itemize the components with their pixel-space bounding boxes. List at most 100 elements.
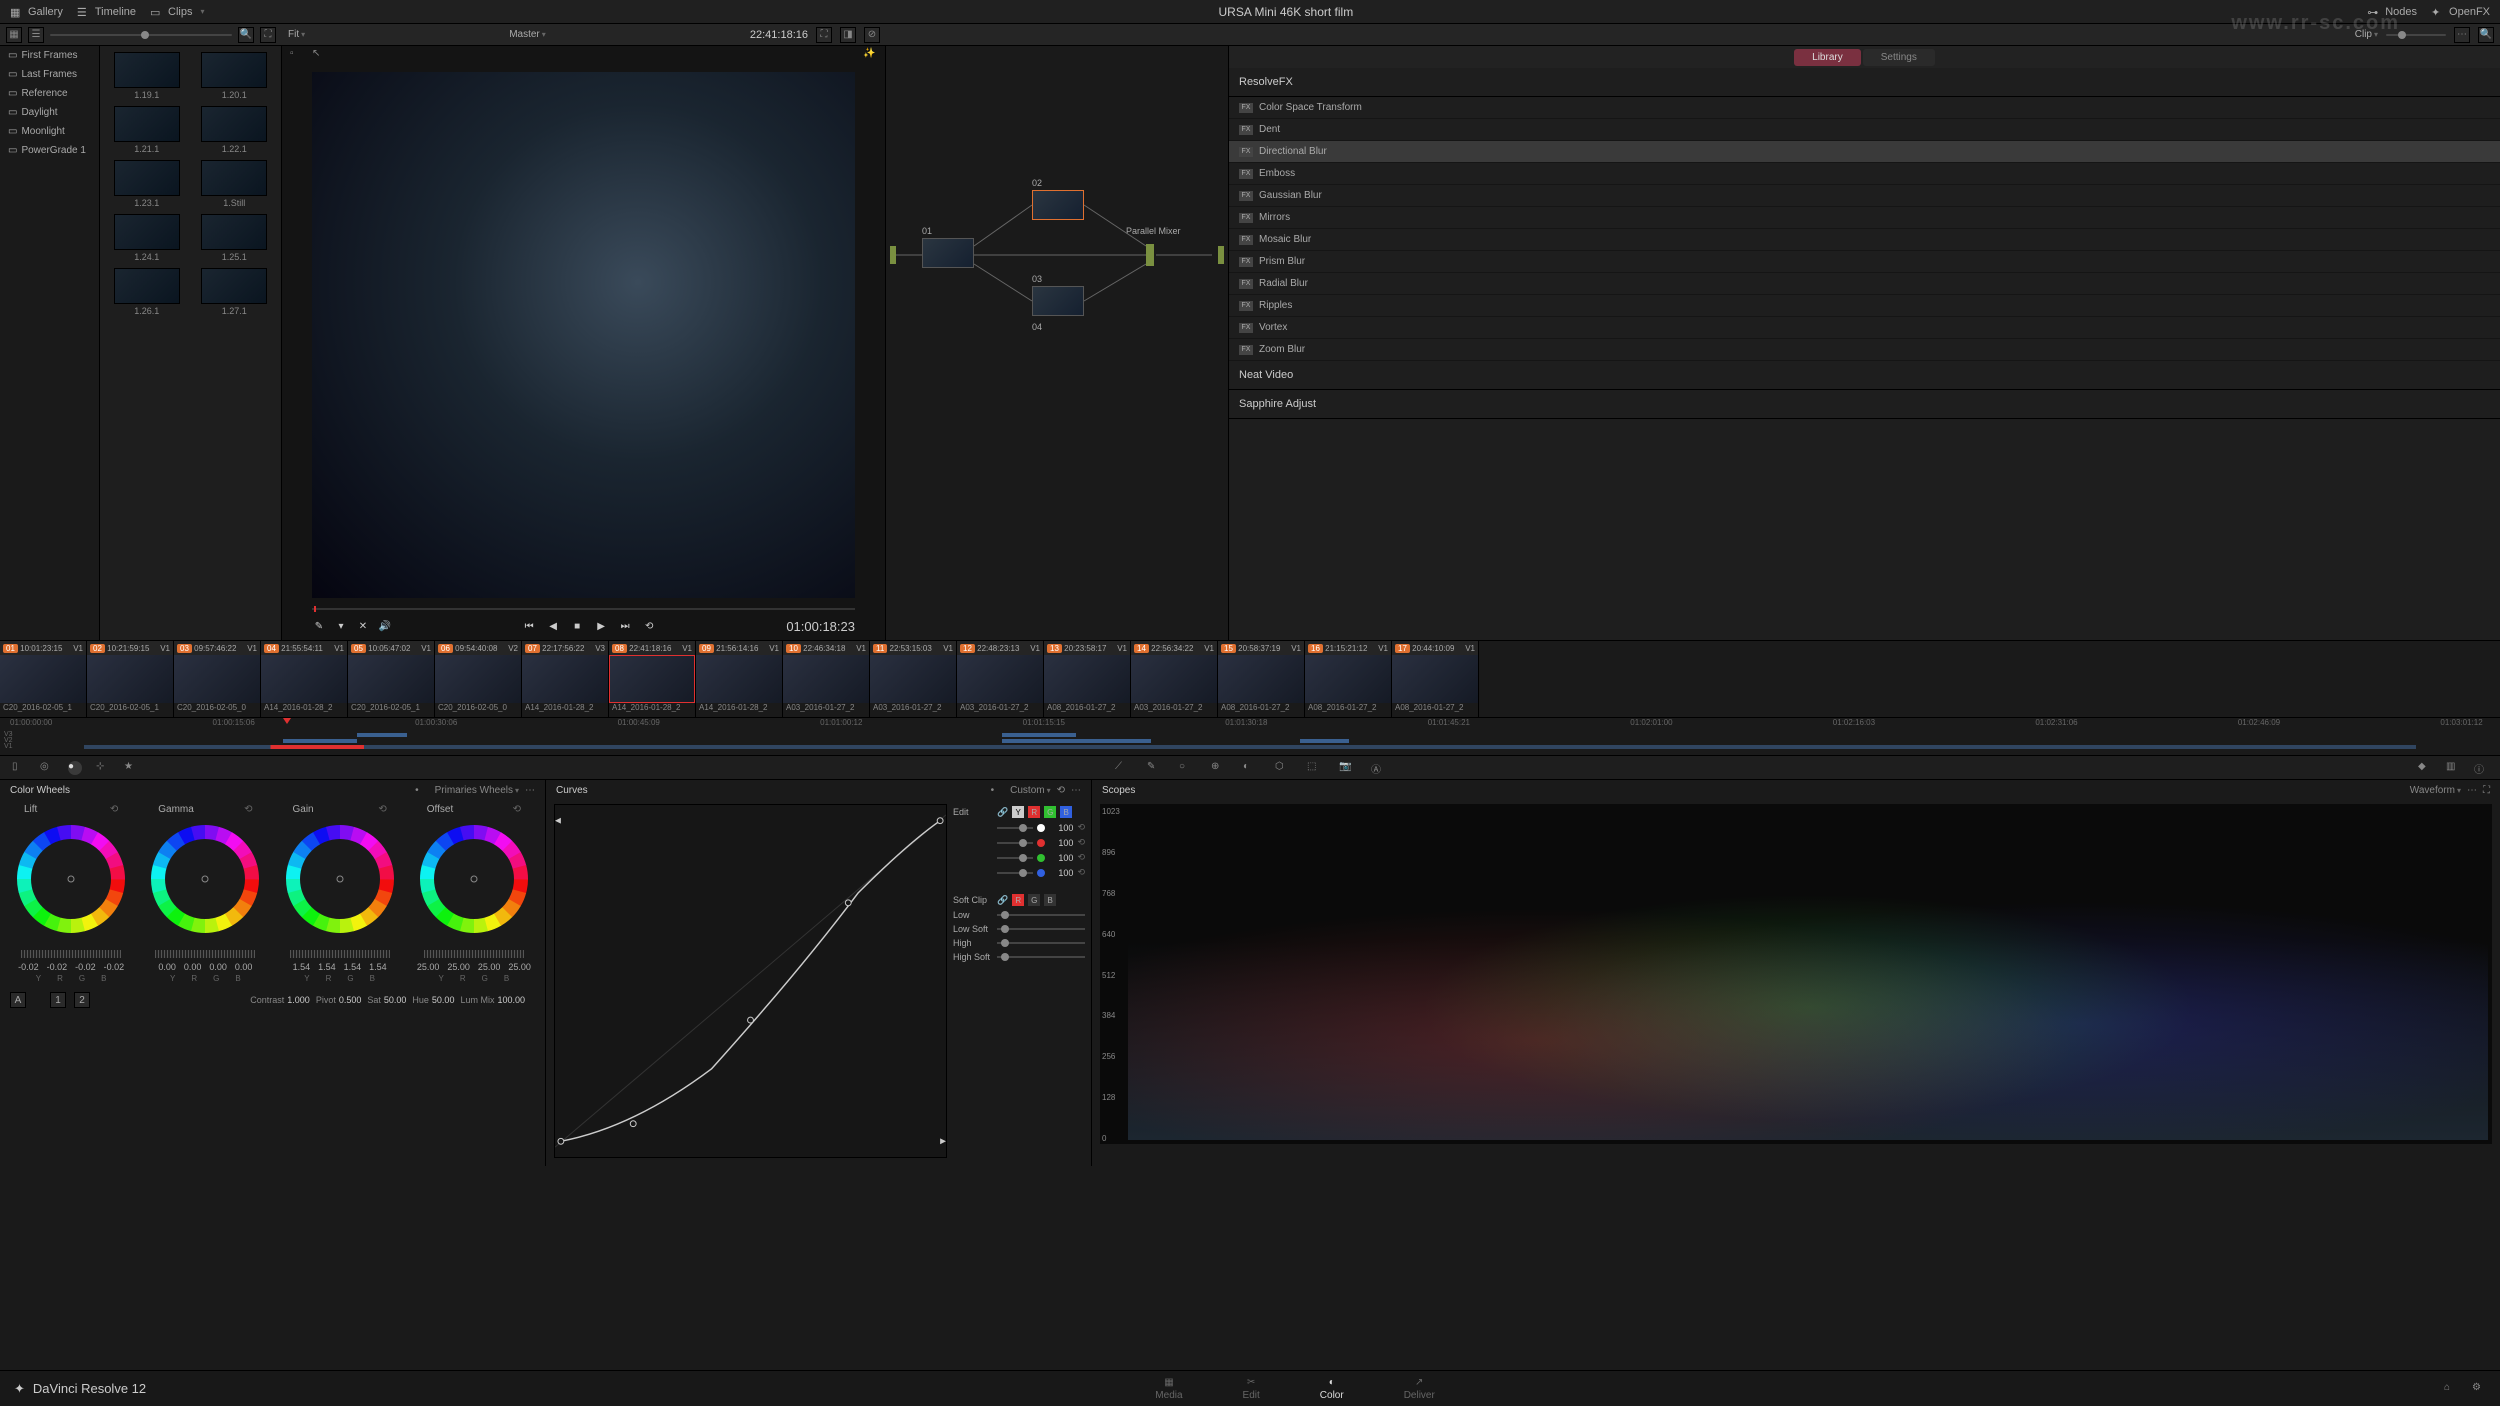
- album-first-frames[interactable]: ▭First Frames: [0, 46, 99, 65]
- fullscreen-icon[interactable]: ⛶: [816, 27, 832, 43]
- clip-thumb-14[interactable]: 14 22:56:34:22V1A03_2016-01-27_2: [1131, 641, 1218, 717]
- fx-dent[interactable]: FXDent: [1229, 119, 2500, 141]
- viewer-image[interactable]: [312, 72, 855, 598]
- settings-icon[interactable]: ⚙: [2472, 1382, 2486, 1396]
- home-icon[interactable]: ⌂: [2444, 1382, 2458, 1396]
- picker-icon[interactable]: ✎: [312, 619, 326, 633]
- chan-y[interactable]: Y: [1012, 806, 1024, 818]
- master-wheel[interactable]: [155, 950, 255, 958]
- gallery-view-list[interactable]: ☰: [28, 27, 44, 43]
- softclip-slider[interactable]: [997, 928, 1085, 930]
- key-tool-icon[interactable]: ⬡: [1275, 761, 1289, 775]
- picker-chev-icon[interactable]: ▾: [334, 619, 348, 633]
- cursor-icon[interactable]: ↖: [312, 48, 326, 62]
- adj-pivot[interactable]: Pivot 0.500: [316, 995, 362, 1005]
- fx-ripples[interactable]: FXRipples: [1229, 295, 2500, 317]
- viewer-timecode[interactable]: 22:41:18:16: [750, 29, 808, 41]
- adj-lum-mix[interactable]: Lum Mix 100.00: [460, 995, 525, 1005]
- fx-radial-blur[interactable]: FXRadial Blur: [1229, 273, 2500, 295]
- clip-thumb-09[interactable]: 09 21:56:14:16V1A14_2016-01-28_2: [696, 641, 783, 717]
- soft-g[interactable]: G: [1028, 894, 1040, 906]
- qualifier-icon[interactable]: ▫: [290, 48, 304, 62]
- nodes-toggle[interactable]: ⊶Nodes: [2367, 6, 2417, 18]
- next-clip-button[interactable]: ⏭: [618, 619, 632, 633]
- fx-mosaic-blur[interactable]: FXMosaic Blur: [1229, 229, 2500, 251]
- soft-b[interactable]: B: [1044, 894, 1056, 906]
- curve-editor[interactable]: [554, 804, 947, 1158]
- reset-icon[interactable]: ⟲: [1077, 867, 1085, 878]
- track-v3[interactable]: V3: [10, 733, 2490, 738]
- reset-icon[interactable]: ⟲: [1077, 852, 1085, 863]
- fx-search-icon[interactable]: 🔍: [2478, 27, 2494, 43]
- page-color[interactable]: ◐Color: [1320, 1377, 1344, 1401]
- still-thumb[interactable]: 1.20.1: [194, 52, 276, 100]
- wheel-values[interactable]: 0.000.000.000.00: [138, 962, 272, 972]
- still-thumb[interactable]: 1.21.1: [106, 106, 188, 154]
- mute-icon[interactable]: 🔊: [378, 619, 392, 633]
- intensity-value[interactable]: 100: [1049, 868, 1073, 878]
- motion-effects-icon[interactable]: ★: [124, 761, 138, 775]
- sizing-tool-icon[interactable]: ⬚: [1307, 761, 1321, 775]
- still-thumb[interactable]: 1.27.1: [194, 268, 276, 316]
- intensity-value[interactable]: 100: [1049, 823, 1073, 833]
- still-thumb[interactable]: 1.25.1: [194, 214, 276, 262]
- page-media[interactable]: ▦Media: [1155, 1377, 1182, 1401]
- wheel-values[interactable]: -0.02-0.02-0.02-0.02: [4, 962, 138, 972]
- still-thumb[interactable]: 1.19.1: [106, 52, 188, 100]
- fx-group-sapphire[interactable]: Sapphire Adjust: [1229, 390, 2500, 419]
- prev-clip-button[interactable]: ⏮: [522, 619, 536, 633]
- clip-thumb-02[interactable]: 02 10:21:59:15V1C20_2016-02-05_1: [87, 641, 174, 717]
- fx-mirrors[interactable]: FXMirrors: [1229, 207, 2500, 229]
- master-wheel[interactable]: [21, 950, 121, 958]
- stereo-tool-icon[interactable]: 📷: [1339, 761, 1353, 775]
- fit-dropdown[interactable]: Fit▾: [288, 29, 305, 40]
- fx-directional-blur[interactable]: FXDirectional Blur: [1229, 141, 2500, 163]
- intensity-slider[interactable]: [997, 857, 1033, 859]
- clip-thumb-11[interactable]: 11 22:53:15:03V1A03_2016-01-27_2: [870, 641, 957, 717]
- clip-thumb-06[interactable]: 06 09:54:40:08V2C20_2016-02-05_0: [435, 641, 522, 717]
- tracker-tool-icon[interactable]: ⊕: [1211, 761, 1225, 775]
- gallery-view-grid[interactable]: ▦: [6, 27, 22, 43]
- split-icon[interactable]: ◨: [840, 27, 856, 43]
- scopes-toggle-icon[interactable]: ▥: [2446, 761, 2460, 775]
- album-last-frames[interactable]: ▭Last Frames: [0, 65, 99, 84]
- node-input[interactable]: [890, 246, 896, 264]
- reset-icon[interactable]: ⟲: [110, 804, 118, 815]
- color-wheel[interactable]: [414, 819, 534, 939]
- timeline-toggle[interactable]: ☰Timeline: [77, 6, 136, 18]
- adj-hue[interactable]: Hue 50.00: [412, 995, 454, 1005]
- stop-button[interactable]: ■: [570, 619, 584, 633]
- fx-color-space-transform[interactable]: FXColor Space Transform: [1229, 97, 2500, 119]
- tab-settings[interactable]: Settings: [1863, 49, 1935, 66]
- fx-group-neat[interactable]: Neat Video: [1229, 361, 2500, 390]
- softclip-slider[interactable]: [997, 956, 1085, 958]
- adj-contrast[interactable]: Contrast 1.000: [250, 995, 310, 1005]
- clip-thumb-08[interactable]: 08 22:41:18:16V1A14_2016-01-28_2: [609, 641, 696, 717]
- clips-toggle[interactable]: ▭Clips▾: [150, 6, 204, 18]
- intensity-value[interactable]: 100: [1049, 853, 1073, 863]
- mini-timeline[interactable]: 01:00:00:0001:00:15:0601:00:30:0601:00:4…: [0, 718, 2500, 756]
- more-icon[interactable]: ⋯: [2454, 27, 2470, 43]
- scopes-more-icon[interactable]: ⋯: [2467, 785, 2477, 796]
- page-edit[interactable]: ✂Edit: [1243, 1377, 1260, 1401]
- softclip-link-icon[interactable]: 🔗: [997, 895, 1008, 906]
- clip-thumb-04[interactable]: 04 21:55:54:11V1A14_2016-01-28_2: [261, 641, 348, 717]
- clip-thumb-07[interactable]: 07 22:17:56:22V3A14_2016-01-28_2: [522, 641, 609, 717]
- reset-icon[interactable]: ⟲: [513, 804, 521, 815]
- data-burn-icon[interactable]: Ⓐ: [1371, 761, 1385, 775]
- clip-thumb-12[interactable]: 12 22:48:23:13V1A03_2016-01-27_2: [957, 641, 1044, 717]
- album-reference[interactable]: ▭Reference: [0, 84, 99, 103]
- reset-icon[interactable]: ⟲: [378, 804, 386, 815]
- color-wheel[interactable]: [145, 819, 265, 939]
- adj-sat[interactable]: Sat 50.00: [367, 995, 406, 1005]
- clip-thumb-10[interactable]: 10 22:46:34:18V1A03_2016-01-27_2: [783, 641, 870, 717]
- node-02[interactable]: [1032, 190, 1084, 220]
- reset-icon[interactable]: ⟲: [1077, 822, 1085, 833]
- wand-icon[interactable]: ✨: [863, 48, 877, 62]
- chan-g[interactable]: G: [1044, 806, 1056, 818]
- curves-tool-icon[interactable]: ⟋: [1115, 761, 1129, 775]
- intensity-slider[interactable]: [997, 842, 1033, 844]
- camera-raw-icon[interactable]: ▯: [12, 761, 26, 775]
- still-thumb[interactable]: 1.22.1: [194, 106, 276, 154]
- node-zoom-slider[interactable]: [2386, 34, 2446, 36]
